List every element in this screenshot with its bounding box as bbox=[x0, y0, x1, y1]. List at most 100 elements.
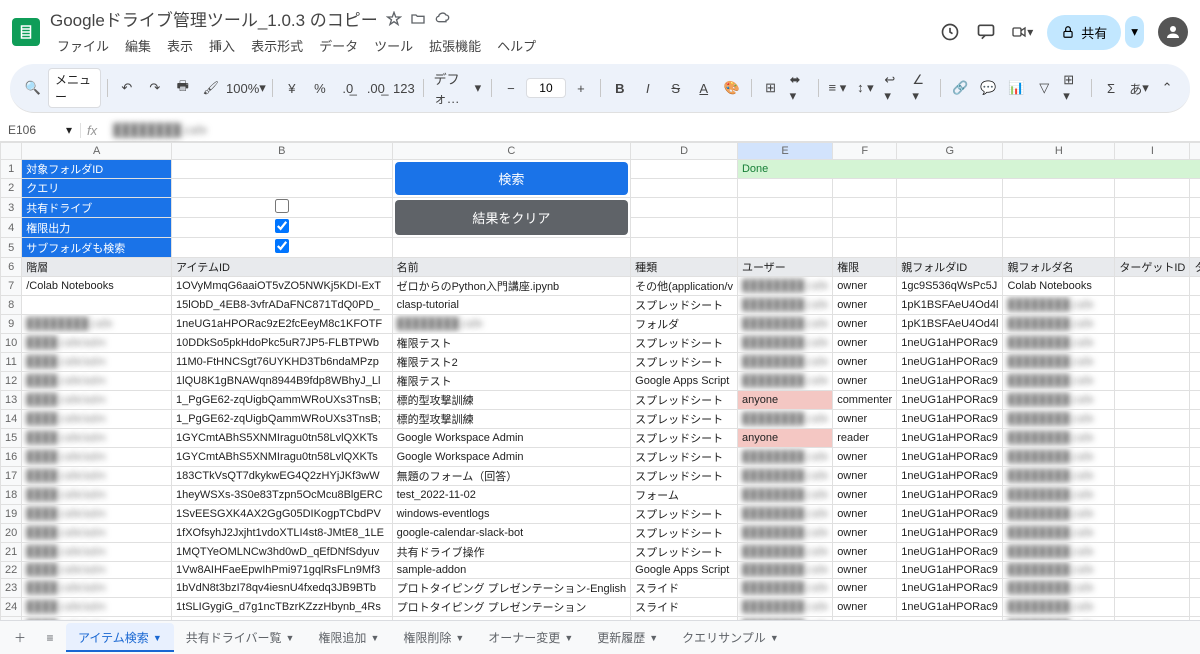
font-select[interactable]: デフォ… ▾ bbox=[430, 75, 485, 101]
comment-add-icon[interactable]: 💬 bbox=[975, 75, 1001, 101]
table-row[interactable]: 815lObD_4EB8-3vfrADaFNC871TdQ0PD_clasp-t… bbox=[1, 296, 1200, 315]
doc-title[interactable]: Googleドライブ管理ツール_1.0.3 のコピー bbox=[50, 6, 378, 31]
star-icon[interactable] bbox=[386, 11, 402, 27]
label-subfolders: サブフォルダも検索 bbox=[22, 238, 172, 258]
menu-拡張機能[interactable]: 拡張機能 bbox=[422, 33, 488, 58]
zoom-select[interactable]: 100% ▾ bbox=[226, 75, 266, 101]
search-button[interactable]: 検索 bbox=[395, 162, 629, 195]
fontsize-input[interactable] bbox=[526, 78, 566, 98]
more-formats[interactable]: 123 bbox=[391, 75, 417, 101]
chart-icon[interactable]: 📊 bbox=[1003, 75, 1029, 101]
redo-icon[interactable]: ↷ bbox=[142, 75, 168, 101]
sheet-tab[interactable]: オーナー変更▼ bbox=[476, 623, 585, 652]
table-row[interactable]: 13████.cafe/adm1_PgGE62-zqUigbQammWRoUXs… bbox=[1, 391, 1200, 410]
input-lang[interactable]: あ ▾ bbox=[1126, 75, 1152, 101]
table-row[interactable]: 18████.cafe/adm1heyWSXs-3S0e83Tzpn5OcMcu… bbox=[1, 486, 1200, 505]
dec-decrease[interactable]: .0̲ bbox=[335, 75, 361, 101]
table-row[interactable]: 17████.cafe/adm183CTkVsQT7dkykwEG4Q2zHYj… bbox=[1, 467, 1200, 486]
sheet-tab[interactable]: アイテム検索▼ bbox=[66, 623, 174, 652]
filter-icon[interactable]: ▽ bbox=[1031, 75, 1057, 101]
table-row[interactable]: 10████.cafe/adm10DDkSo5pkHdoPkc5uR7JP5-F… bbox=[1, 334, 1200, 353]
sheet-tab[interactable]: 権限削除▼ bbox=[391, 623, 476, 652]
move-icon[interactable] bbox=[410, 11, 426, 27]
menu-表示形式[interactable]: 表示形式 bbox=[244, 33, 310, 58]
rotate-icon[interactable]: ∠ ▾ bbox=[908, 75, 934, 101]
menu-挿入[interactable]: 挿入 bbox=[202, 33, 242, 58]
perm-output-checkbox[interactable] bbox=[275, 219, 289, 233]
name-box[interactable] bbox=[8, 123, 58, 137]
undo-icon[interactable]: ↶ bbox=[114, 75, 140, 101]
dec-increase[interactable]: .00̲ bbox=[363, 75, 389, 101]
status-done: Done bbox=[737, 160, 1200, 179]
fontsize-increase[interactable]: + bbox=[568, 75, 594, 101]
table-row[interactable]: 15████.cafe/adm1GYCmtABhS5XNMIragu0tn58L… bbox=[1, 429, 1200, 448]
sheet-tab[interactable]: 共有ドライバー覧▼ bbox=[174, 623, 307, 652]
table-row[interactable]: 23████.cafe/adm1bVdN8t3bzI78qv4iesnU4fxe… bbox=[1, 579, 1200, 598]
paint-format-icon[interactable]: 🖌 bbox=[198, 75, 224, 101]
fill-color-icon[interactable]: 🎨 bbox=[719, 75, 745, 101]
add-sheet-button[interactable]: ＋ bbox=[6, 624, 34, 652]
column-headers[interactable]: ABCD EFGHIJ bbox=[1, 143, 1200, 160]
history-icon[interactable] bbox=[939, 21, 961, 43]
label-query: クエリ bbox=[22, 179, 172, 198]
table-row[interactable]: 25████.cafe/adm1hUUI4D2Sz-8UTU-61ee8Y-f8… bbox=[1, 617, 1200, 621]
table-row[interactable]: 21████.cafe/adm1MQTYeOMLNCw3hd0wD_qEfDNf… bbox=[1, 543, 1200, 562]
toolbar: 🔍 メニュー ↶ ↷ 🖶 🖌 100% ▾ ¥ % .0̲ .00̲ 123 デ… bbox=[10, 64, 1190, 113]
formula-input[interactable]: ████████.cafe bbox=[111, 121, 1192, 139]
table-row[interactable]: 22████.cafe/adm1Vw8AIHFaeEpwIhPmi971gqlR… bbox=[1, 562, 1200, 579]
menu-button[interactable]: メニュー bbox=[48, 68, 101, 108]
bold-icon[interactable]: B bbox=[607, 75, 633, 101]
text-color-icon[interactable]: A bbox=[691, 75, 717, 101]
fontsize-decrease[interactable]: − bbox=[498, 75, 524, 101]
italic-icon[interactable]: I bbox=[635, 75, 661, 101]
sheets-logo[interactable] bbox=[12, 18, 40, 46]
menu-ファイル[interactable]: ファイル bbox=[50, 33, 116, 58]
menu-データ[interactable]: データ bbox=[312, 33, 365, 58]
share-button[interactable]: 共有 bbox=[1047, 15, 1121, 50]
search-menu-icon[interactable]: 🔍 bbox=[20, 75, 46, 101]
share-caret[interactable]: ▾ bbox=[1125, 16, 1144, 48]
sheet-tab[interactable]: クエリサンプル▼ bbox=[670, 623, 791, 652]
clear-results-button[interactable]: 結果をクリア bbox=[395, 200, 629, 235]
filter-views-icon[interactable]: ⊞ ▾ bbox=[1059, 75, 1085, 101]
cloud-icon[interactable] bbox=[434, 11, 450, 27]
comment-icon[interactable] bbox=[975, 21, 997, 43]
menu-ツール[interactable]: ツール bbox=[367, 33, 420, 58]
print-icon[interactable]: 🖶 bbox=[170, 75, 196, 101]
menu-bar: ファイル編集表示挿入表示形式データツール拡張機能ヘルプ bbox=[50, 33, 929, 58]
menu-編集[interactable]: 編集 bbox=[118, 33, 158, 58]
percent-icon[interactable]: % bbox=[307, 75, 333, 101]
sheet-tab[interactable]: 権限追加▼ bbox=[306, 623, 391, 652]
meet-icon[interactable]: ▾ bbox=[1011, 21, 1033, 43]
merge-icon[interactable]: ⬌ ▾ bbox=[786, 75, 812, 101]
table-row[interactable]: 19████.cafe/adm1SvEESGXK4AX2GgG05DIKogpT… bbox=[1, 505, 1200, 524]
valign-icon[interactable]: ↕ ▾ bbox=[852, 75, 878, 101]
table-row[interactable]: 7/Colab Notebooks1OVyMmqG6aaiOT5vZO5NWKj… bbox=[1, 277, 1200, 296]
table-row[interactable]: 12████.cafe/adm1lQU8K1gBNAWqn8944B9fdp8W… bbox=[1, 372, 1200, 391]
lock-icon bbox=[1061, 25, 1075, 39]
table-row[interactable]: 20████.cafe/adm1fXOfsyhJ2Jxjht1vdoXTLI4s… bbox=[1, 524, 1200, 543]
wrap-icon[interactable]: ↩ ▾ bbox=[880, 75, 906, 101]
all-sheets-button[interactable]: ≡ bbox=[36, 624, 64, 652]
shared-drive-checkbox[interactable] bbox=[275, 199, 289, 213]
borders-icon[interactable]: ⊞ bbox=[758, 75, 784, 101]
strike-icon[interactable]: S bbox=[663, 75, 689, 101]
table-row[interactable]: 14████.cafe/adm1_PgGE62-zqUigbQammWRoUXs… bbox=[1, 410, 1200, 429]
halign-icon[interactable]: ≡ ▾ bbox=[824, 75, 850, 101]
subfolders-checkbox[interactable] bbox=[275, 239, 289, 253]
label-target-folder: 対象フォルダID bbox=[22, 160, 172, 179]
sheet-tab[interactable]: 更新履歴▼ bbox=[585, 623, 670, 652]
link-icon[interactable]: 🔗 bbox=[947, 75, 973, 101]
table-row[interactable]: 24████.cafe/adm1tSLIGygiG_d7g1ncTBzrKZzz… bbox=[1, 598, 1200, 617]
avatar[interactable] bbox=[1158, 17, 1188, 47]
menu-ヘルプ[interactable]: ヘルプ bbox=[490, 33, 543, 58]
table-row[interactable]: 16████.cafe/adm1GYCmtABhS5XNMIragu0tn58L… bbox=[1, 448, 1200, 467]
label-perm-output: 権限出力 bbox=[22, 218, 172, 238]
table-row[interactable]: 9████████.cafe1neUG1aHPORac9zE2fcEeyM8c1… bbox=[1, 315, 1200, 334]
currency-icon[interactable]: ¥ bbox=[279, 75, 305, 101]
menu-表示[interactable]: 表示 bbox=[160, 33, 200, 58]
table-row[interactable]: 11████.cafe/adm11M0-FtHNCSgt76UYKHD3Tb6n… bbox=[1, 353, 1200, 372]
spreadsheet-grid[interactable]: ABCD EFGHIJ 1対象フォルダID 検索 Done 2クエリ 3共有ドラ… bbox=[0, 142, 1200, 620]
toolbar-collapse-icon[interactable]: ⌃ bbox=[1154, 75, 1180, 101]
functions-icon[interactable]: Σ bbox=[1098, 75, 1124, 101]
